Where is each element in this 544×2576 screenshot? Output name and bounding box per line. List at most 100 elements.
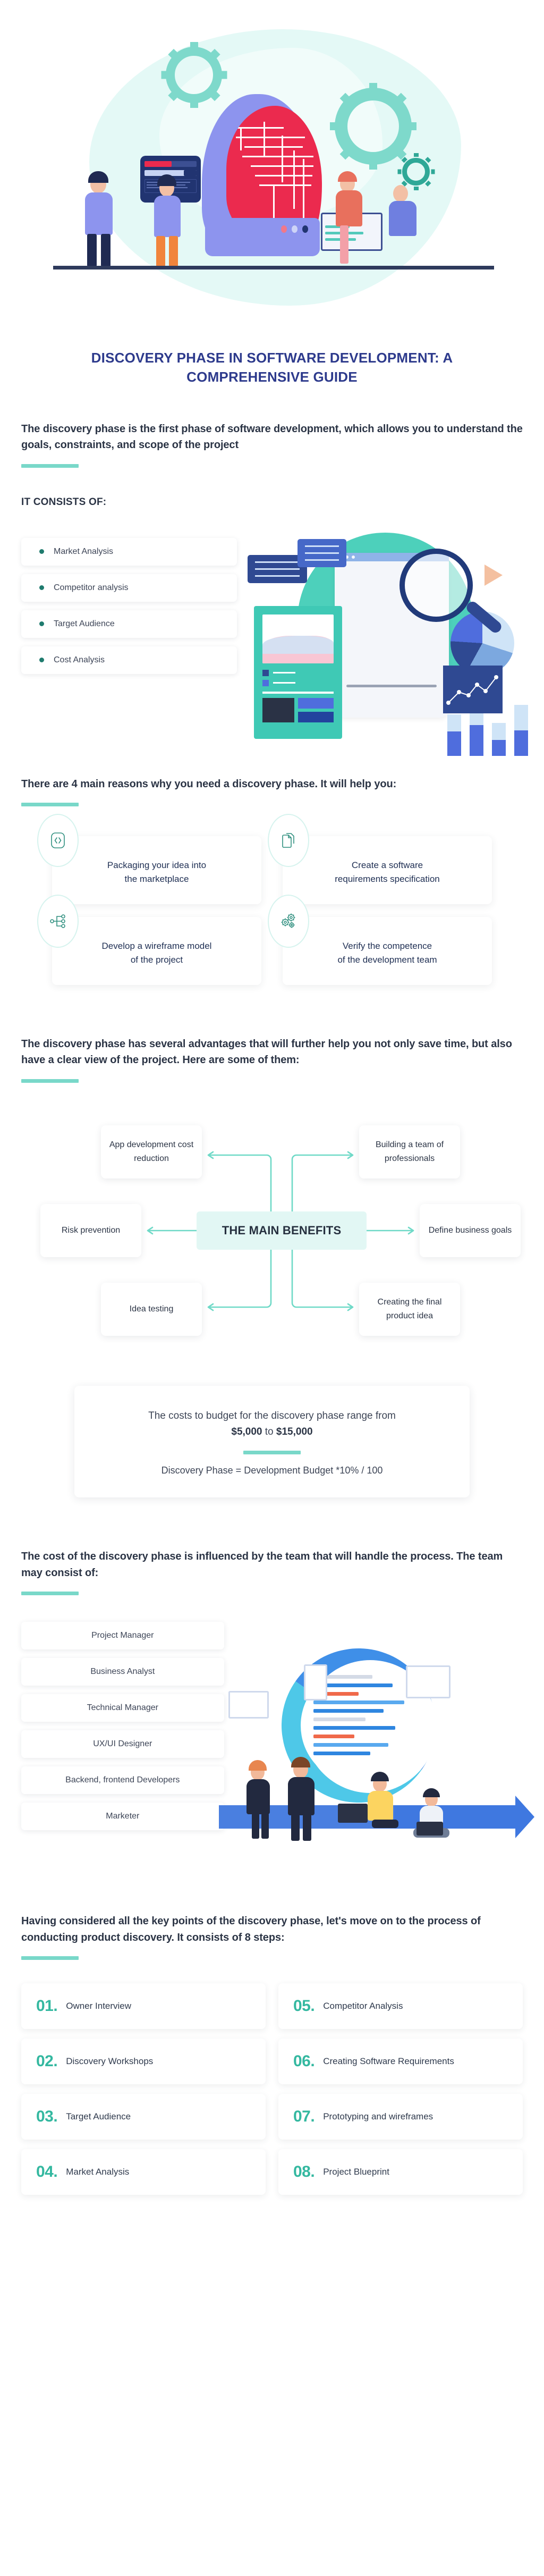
reason-card[interactable]: Create a software requirements specifica…	[268, 813, 492, 904]
reason-card-text: Create a software requirements specifica…	[335, 860, 440, 884]
advantages-section: The discovery phase has several advantag…	[0, 1036, 544, 1357]
bullet-dot-icon	[39, 621, 44, 627]
step-card[interactable]: 04. Market Analysis	[21, 2149, 266, 2195]
team-role-item[interactable]: Technical Manager	[21, 1694, 224, 1722]
list-item-label: Market Analysis	[54, 546, 114, 556]
reason-card[interactable]: Verify the competence of the development…	[268, 894, 492, 985]
step-number: 07.	[293, 2108, 315, 2126]
note-icon	[298, 538, 347, 567]
cost-range-text: The costs to budget for the discovery ph…	[101, 1408, 443, 1441]
list-item[interactable]: Competitor analysis	[21, 574, 237, 602]
step-label: Discovery Workshops	[66, 2056, 154, 2067]
list-item-label: Cost Analysis	[54, 655, 105, 664]
accent-rule	[21, 1592, 79, 1596]
team-roles-list: Project Manager Business Analyst Technic…	[21, 1622, 224, 1872]
benefits-diagram: App development cost reduction Building …	[21, 1107, 523, 1357]
reasons-section: There are 4 main reasons why you need a …	[0, 776, 544, 985]
benefits-core-label: THE MAIN BENEFITS	[197, 1211, 367, 1250]
gear-icon	[402, 153, 430, 190]
phone-icon	[303, 1664, 327, 1701]
sitemap-icon	[37, 894, 79, 948]
benefit-card-mid-right[interactable]: Define business goals	[420, 1203, 521, 1257]
cost-range-high: $15,000	[276, 1426, 313, 1438]
accent-rule	[21, 802, 79, 806]
benefit-card-top-right[interactable]: Building a team of professionals	[359, 1125, 460, 1178]
document-copy-icon	[268, 813, 309, 867]
advantages-heading: The discovery phase has several advantag…	[21, 1038, 512, 1066]
desk-line	[53, 266, 494, 270]
list-item[interactable]: Market Analysis	[21, 537, 237, 566]
cost-formula: Discovery Phase = Development Budget *10…	[161, 1465, 383, 1476]
step-card[interactable]: 02. Discovery Workshops	[21, 2039, 266, 2085]
team-role-item[interactable]: Project Manager	[21, 1622, 224, 1650]
list-item[interactable]: Cost Analysis	[21, 646, 237, 674]
process-heading: Having considered all the key points of …	[21, 1915, 481, 1943]
reason-card-text: Develop a wireframe model of the project	[101, 941, 212, 965]
team-role-item[interactable]: UX/UI Designer	[21, 1730, 224, 1758]
magnifier-icon	[400, 548, 473, 622]
list-item[interactable]: Target Audience	[21, 610, 237, 638]
gear-icon	[335, 83, 412, 170]
accent-rule	[243, 1451, 301, 1455]
cost-range-join: to	[265, 1426, 274, 1438]
paper-plane-icon	[484, 564, 503, 586]
benefit-card-mid-left[interactable]: Risk prevention	[40, 1203, 141, 1257]
process-section: Having considered all the key points of …	[0, 1913, 544, 2195]
cost-callout-box: The costs to budget for the discovery ph…	[74, 1385, 470, 1498]
hero-illustration	[0, 0, 544, 330]
benefit-card-bottom-left[interactable]: Idea testing	[101, 1282, 202, 1336]
list-item-label: Competitor analysis	[54, 583, 129, 592]
step-number: 02.	[36, 2052, 58, 2070]
step-card[interactable]: 06. Creating Software Requirements	[278, 2039, 523, 2085]
consists-section: IT CONSISTS OF: Market Analysis Competit…	[0, 496, 544, 756]
gears-icon	[268, 894, 309, 948]
code-brackets-icon	[37, 813, 79, 867]
report-card-icon	[254, 605, 343, 739]
step-card[interactable]: 01. Owner Interview	[21, 1983, 266, 2030]
process-steps-grid: 01. Owner Interview 05. Competitor Analy…	[21, 1983, 523, 2195]
reason-card[interactable]: Develop a wireframe model of the project	[37, 894, 261, 985]
step-label: Market Analysis	[66, 2167, 130, 2177]
step-label: Owner Interview	[66, 2001, 132, 2011]
reasons-grid: Packaging your idea into the marketplace…	[21, 813, 523, 985]
accent-rule	[21, 1079, 79, 1083]
list-item-label: Target Audience	[54, 619, 115, 628]
team-heading: The cost of the discovery phase is influ…	[21, 1551, 503, 1579]
team-section: The cost of the discovery phase is influ…	[0, 1548, 544, 1872]
consists-list: Market Analysis Competitor analysis Targ…	[21, 537, 237, 735]
accent-rule	[21, 464, 79, 468]
reason-card[interactable]: Packaging your idea into the marketplace	[37, 813, 261, 904]
step-number: 03.	[36, 2108, 58, 2126]
step-number: 06.	[293, 2052, 315, 2070]
gear-icon	[166, 42, 222, 108]
step-card[interactable]: 03. Target Audience	[21, 2094, 266, 2140]
accent-rule	[21, 1956, 79, 1960]
reason-card-text: Packaging your idea into the marketplace	[107, 860, 207, 884]
bullet-dot-icon	[39, 658, 44, 663]
team-illustration	[218, 1617, 534, 1872]
analytics-illustration	[235, 522, 529, 756]
step-label: Target Audience	[66, 2111, 131, 2122]
step-label: Competitor Analysis	[323, 2001, 403, 2011]
reason-card-text: Verify the competence of the development…	[337, 941, 437, 965]
bullet-dot-icon	[39, 549, 44, 554]
step-number: 05.	[293, 1997, 315, 2015]
intro-paragraph: The discovery phase is the first phase o…	[21, 423, 523, 451]
monitor-icon	[405, 1665, 450, 1699]
step-card[interactable]: 05. Competitor Analysis	[278, 1983, 523, 2030]
consists-kicker: IT CONSISTS OF:	[21, 496, 107, 508]
team-role-item[interactable]: Business Analyst	[21, 1658, 224, 1686]
monitor-icon	[205, 218, 320, 256]
reasons-heading: There are 4 main reasons why you need a …	[21, 778, 397, 790]
team-role-item[interactable]: Marketer	[21, 1803, 224, 1831]
step-number: 08.	[293, 2163, 315, 2181]
benefit-card-bottom-right[interactable]: Creating the final product idea	[359, 1282, 460, 1336]
step-card[interactable]: 07. Prototyping and wireframes	[278, 2094, 523, 2140]
page-title-text: DISCOVERY PHASE IN SOFTWARE DEVELOPMENT:…	[91, 350, 453, 385]
step-number: 04.	[36, 2163, 58, 2181]
step-label: Creating Software Requirements	[323, 2056, 454, 2067]
step-label: Project Blueprint	[323, 2167, 389, 2177]
benefit-card-top-left[interactable]: App development cost reduction	[101, 1125, 202, 1178]
team-role-item[interactable]: Backend, frontend Developers	[21, 1766, 224, 1795]
step-card[interactable]: 08. Project Blueprint	[278, 2149, 523, 2195]
